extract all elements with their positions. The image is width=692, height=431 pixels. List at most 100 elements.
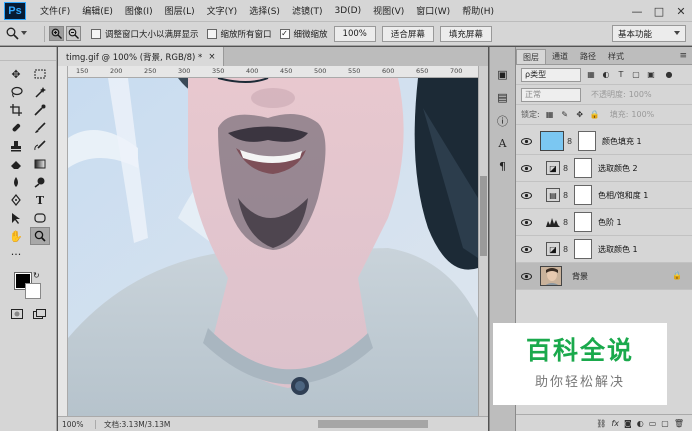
menu-edit[interactable]: 编辑(E) xyxy=(76,4,119,17)
tab-paths[interactable]: 路径 xyxy=(574,49,602,64)
dodge-tool-icon[interactable] xyxy=(30,173,50,191)
scrubby-zoom-checkbox[interactable]: ✓ xyxy=(279,28,290,39)
scrubby-zoom-option[interactable]: ✓ 细微缩放 xyxy=(279,28,328,40)
layer-mask-thumbnail[interactable] xyxy=(578,131,596,151)
visibility-eye-icon[interactable] xyxy=(516,218,536,226)
screen-mode-icon[interactable] xyxy=(33,309,47,323)
adjustment-filter-icon[interactable]: ◐ xyxy=(601,70,611,80)
resize-windows-option[interactable]: 调整窗口大小以满屏显示 xyxy=(91,28,199,40)
close-tab-icon[interactable]: × xyxy=(208,52,215,62)
menu-filter[interactable]: 滤镜(T) xyxy=(286,4,329,17)
filter-toggle-icon[interactable]: ● xyxy=(664,70,674,80)
pen-tool-icon[interactable] xyxy=(6,191,26,209)
layer-row[interactable]: 8 颜色填充 1 xyxy=(516,128,692,155)
info-panel-icon[interactable]: ⓘ xyxy=(492,111,513,130)
vertical-scroll-thumb[interactable] xyxy=(480,176,487,256)
lock-position-icon[interactable]: ✥ xyxy=(575,110,585,120)
pixel-filter-icon[interactable]: ▦ xyxy=(586,70,596,80)
fit-screen-button[interactable]: 适合屏幕 xyxy=(381,25,434,42)
blend-mode-select[interactable]: 正常 xyxy=(521,87,581,102)
history-brush-tool-icon[interactable] xyxy=(30,137,50,155)
document-tab[interactable]: timg.gif @ 100% (背景, RGB/8) * × xyxy=(58,47,225,66)
eraser-tool-icon[interactable] xyxy=(6,155,26,173)
marquee-tool-icon[interactable] xyxy=(30,65,50,83)
zoom-out-button[interactable] xyxy=(66,26,81,41)
menu-view[interactable]: 视图(V) xyxy=(367,4,410,17)
menu-window[interactable]: 窗口(W) xyxy=(410,4,456,17)
lock-transparent-icon[interactable]: ▦ xyxy=(545,110,555,120)
lasso-tool-icon[interactable] xyxy=(6,83,26,101)
shape-filter-icon[interactable]: ▢ xyxy=(631,70,641,80)
type-filter-icon[interactable]: T xyxy=(616,70,626,80)
link-icon[interactable]: 8 xyxy=(563,191,572,200)
hand-tool-icon[interactable]: ✋ xyxy=(6,227,26,245)
healing-brush-tool-icon[interactable] xyxy=(6,119,26,137)
smart-object-filter-icon[interactable]: ▣ xyxy=(646,70,656,80)
gradient-tool-icon[interactable] xyxy=(30,155,50,173)
zoom-in-button[interactable] xyxy=(49,26,64,41)
tab-layers[interactable]: 图层 xyxy=(516,49,546,64)
layer-mask-thumbnail[interactable] xyxy=(574,158,592,178)
add-mask-icon[interactable]: ◙ xyxy=(624,419,632,428)
new-layer-icon[interactable]: ▢ xyxy=(661,419,669,428)
layer-row[interactable]: ◪ 8 选取颜色 1 xyxy=(516,236,692,263)
visibility-eye-icon[interactable] xyxy=(516,191,536,199)
layer-mask-thumbnail[interactable] xyxy=(574,239,592,259)
tab-channels[interactable]: 通道 xyxy=(546,49,574,64)
tool-preset-picker[interactable] xyxy=(6,25,40,43)
character-panel-icon[interactable]: A xyxy=(492,134,513,153)
zoom-all-option[interactable]: 缩放所有窗口 xyxy=(206,28,272,40)
menu-help[interactable]: 帮助(H) xyxy=(456,4,500,17)
status-zoom[interactable]: 100% xyxy=(58,419,96,429)
clone-stamp-tool-icon[interactable] xyxy=(6,137,26,155)
crop-tool-icon[interactable] xyxy=(6,101,26,119)
eyedropper-tool-icon[interactable] xyxy=(30,101,50,119)
visibility-eye-icon[interactable] xyxy=(516,272,536,280)
layer-row[interactable]: 8 色阶 1 xyxy=(516,209,692,236)
lock-pixels-icon[interactable]: ✎ xyxy=(560,110,570,120)
panel-menu-icon[interactable]: ≡ xyxy=(679,51,687,61)
menu-image[interactable]: 图像(I) xyxy=(119,4,159,17)
path-selection-tool-icon[interactable] xyxy=(6,209,26,227)
paragraph-panel-icon[interactable]: ¶ xyxy=(492,157,513,176)
opacity-value[interactable]: 100% xyxy=(629,90,652,99)
magic-wand-tool-icon[interactable] xyxy=(30,83,50,101)
link-icon[interactable]: 8 xyxy=(563,218,572,227)
layer-style-icon[interactable]: fx xyxy=(611,419,619,428)
zoom-all-checkbox[interactable] xyxy=(206,28,217,39)
shape-tool-icon[interactable] xyxy=(30,209,50,227)
layer-row[interactable]: ▤ 8 色相/饱和度 1 xyxy=(516,182,692,209)
layer-row[interactable]: ◪ 8 选取颜色 2 xyxy=(516,155,692,182)
menu-select[interactable]: 选择(S) xyxy=(243,4,286,17)
resize-windows-checkbox[interactable] xyxy=(91,28,101,39)
layer-row-selected[interactable]: 背景 🔒 xyxy=(516,263,692,290)
layer-mask-thumbnail[interactable] xyxy=(574,185,592,205)
fill-value[interactable]: 100% xyxy=(631,110,654,119)
document-canvas[interactable] xyxy=(68,78,478,416)
delete-layer-icon[interactable]: 🗑 xyxy=(674,419,684,428)
minimize-button[interactable]: — xyxy=(626,0,648,22)
properties-panel-icon[interactable]: ▤ xyxy=(492,88,513,107)
type-tool-icon[interactable]: T xyxy=(30,191,50,209)
menu-3d[interactable]: 3D(D) xyxy=(328,6,367,16)
new-adjustment-icon[interactable]: ◐ xyxy=(637,419,644,428)
zoom-tool-icon[interactable] xyxy=(30,227,50,245)
more-tools-icon[interactable]: ··· xyxy=(6,245,26,263)
layer-mask-thumbnail[interactable] xyxy=(574,212,592,232)
menu-file[interactable]: 文件(F) xyxy=(34,4,76,17)
visibility-eye-icon[interactable] xyxy=(516,137,536,145)
zoom-value-button[interactable]: 100% xyxy=(333,25,376,42)
background-color-swatch[interactable] xyxy=(25,283,41,299)
link-icon[interactable]: 8 xyxy=(563,245,572,254)
quick-mask-icon[interactable] xyxy=(11,309,23,322)
menu-layer[interactable]: 图层(L) xyxy=(159,4,201,17)
blur-tool-icon[interactable] xyxy=(6,173,26,191)
visibility-eye-icon[interactable] xyxy=(516,164,536,172)
maximize-button[interactable]: □ xyxy=(648,0,670,22)
workspace-selector[interactable]: 基本功能 xyxy=(612,25,686,42)
lock-all-icon[interactable]: 🔒 xyxy=(590,110,600,120)
link-layers-icon[interactable]: ⛓ xyxy=(596,419,606,428)
history-panel-icon[interactable]: ▣ xyxy=(492,65,513,84)
link-icon[interactable]: 8 xyxy=(567,137,576,146)
horizontal-scroll-thumb[interactable] xyxy=(318,420,428,428)
